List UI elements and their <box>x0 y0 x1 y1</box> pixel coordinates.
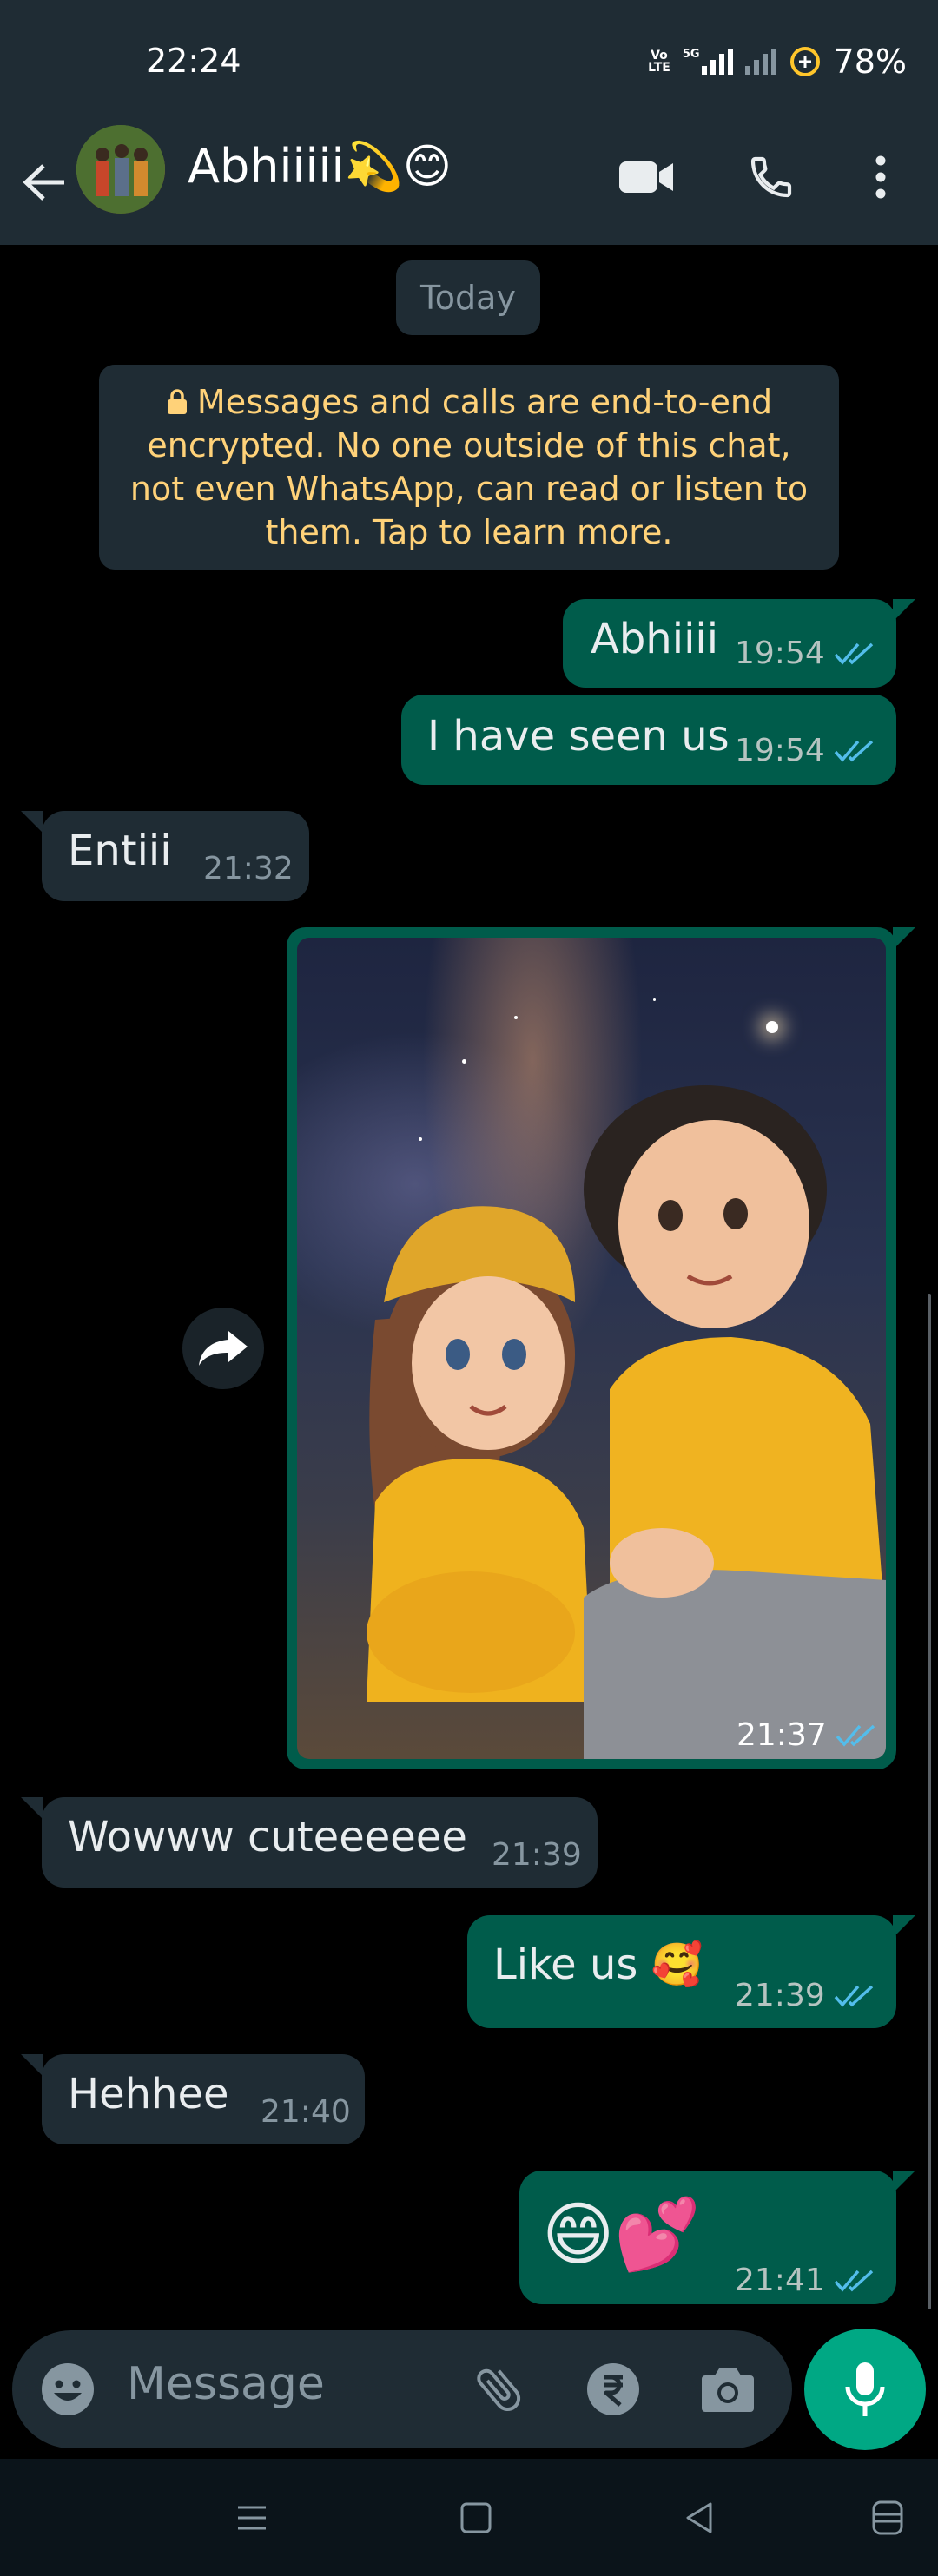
voice-call-button[interactable] <box>737 142 806 212</box>
home-button[interactable] <box>459 2500 493 2539</box>
message-bubble-outgoing[interactable]: Abhiiii 19:54 <box>563 599 896 688</box>
battery-saver-icon <box>789 47 820 76</box>
voice-message-button[interactable] <box>804 2329 926 2450</box>
message-time: 19:54 <box>735 733 825 768</box>
read-receipt-icon <box>836 1724 875 1747</box>
message-time: 19:54 <box>735 636 825 671</box>
back-triangle-icon <box>686 2502 712 2533</box>
rupee-icon <box>587 2363 639 2415</box>
status-time: 22:24 <box>146 42 241 80</box>
message-time: 21:41 <box>735 2263 825 2298</box>
message-meta: 21:41 <box>735 2263 877 2298</box>
back-button[interactable] <box>16 139 71 226</box>
message-meta: 21:32 <box>203 851 294 886</box>
message-text: Abhiiii <box>591 615 719 663</box>
volte-line1: Vo <box>651 49 668 63</box>
emoji-icon <box>42 2363 94 2415</box>
home-square-icon <box>460 2502 492 2533</box>
message-time: 21:39 <box>735 1978 825 2013</box>
message-meta: 21:39 <box>492 1837 582 1873</box>
camera-icon <box>702 2368 754 2412</box>
encryption-notice-message: Messages and calls are end-to-end encryp… <box>129 383 809 551</box>
message-bubble-outgoing[interactable]: 😄💕 21:41 <box>519 2171 896 2304</box>
message-meta: 21:40 <box>261 2094 351 2130</box>
signal-sim2-icon <box>744 49 776 75</box>
contact-name[interactable]: Abhiiiii💫😊 <box>188 139 452 194</box>
camera-button[interactable] <box>693 2355 763 2424</box>
message-bubble-incoming[interactable]: Hehhee 21:40 <box>42 2054 365 2144</box>
network-type: 5G <box>682 48 700 61</box>
signal-strength-icon: 5G <box>683 49 733 75</box>
message-text: Wowww cuteeeeee <box>68 1813 467 1861</box>
message-text: Hehhee <box>68 2070 229 2118</box>
message-text: Like us 🥰 <box>493 1940 704 1989</box>
read-receipt-icon <box>834 1985 873 2007</box>
message-bubble-outgoing[interactable]: Like us 🥰 21:39 <box>467 1915 896 2028</box>
read-receipt-icon <box>834 642 873 665</box>
phone-icon <box>750 156 792 198</box>
message-time: 21:39 <box>492 1837 582 1873</box>
message-time: 21:40 <box>261 2094 351 2130</box>
back-arrow-icon <box>23 164 64 201</box>
message-input[interactable]: Message <box>127 2358 325 2410</box>
date-separator: Today <box>396 260 540 335</box>
more-options-button[interactable] <box>846 142 915 212</box>
payment-button[interactable] <box>578 2355 648 2424</box>
battery-percent: 78% <box>833 43 907 81</box>
emoji-button[interactable] <box>33 2355 102 2424</box>
read-receipt-icon <box>834 740 873 762</box>
shared-image[interactable] <box>297 938 886 1759</box>
bubble-tail <box>21 811 43 833</box>
message-text: 😄💕 <box>542 2194 702 2275</box>
message-meta: 19:54 <box>735 733 877 768</box>
paperclip-icon <box>477 2368 521 2412</box>
message-text: I have seen us <box>427 712 730 761</box>
message-time: 21:37 <box>737 1717 827 1753</box>
encryption-notice-text: Messages and calls are end-to-end encryp… <box>123 380 815 554</box>
volte-line2: LTE <box>648 61 670 75</box>
avatar-photo <box>76 125 165 214</box>
bubble-tail <box>893 2171 915 2193</box>
bubble-tail <box>21 1797 43 1820</box>
bubble-tail <box>893 1915 915 1938</box>
forward-button[interactable] <box>182 1308 264 1389</box>
message-bubble-incoming[interactable]: Wowww cuteeeeee 21:39 <box>42 1797 598 1888</box>
volte-indicator: Vo LTE <box>648 49 670 74</box>
forward-icon <box>199 1331 248 1366</box>
contact-avatar[interactable] <box>76 125 165 214</box>
illustration-couple <box>367 1085 886 1759</box>
video-call-button[interactable] <box>611 142 681 212</box>
video-call-icon <box>619 161 673 193</box>
status-indicators: Vo LTE 5G 78% <box>648 40 907 83</box>
menu-lines-icon <box>238 2506 266 2530</box>
message-meta: 19:54 <box>735 636 877 671</box>
encryption-notice[interactable]: Messages and calls are end-to-end encryp… <box>99 365 839 570</box>
chat-scrollbar[interactable] <box>928 1294 931 2309</box>
read-receipt-icon <box>834 2270 873 2292</box>
bubble-tail <box>21 2054 43 2077</box>
split-screen-icon <box>872 2500 903 2535</box>
message-bubble-incoming[interactable]: Entiii 21:32 <box>42 811 309 901</box>
bubble-tail <box>893 599 915 622</box>
recent-apps-button[interactable] <box>234 2500 269 2539</box>
lock-icon <box>167 389 187 414</box>
assistant-button[interactable] <box>869 2499 907 2540</box>
message-meta: 21:37 <box>737 1717 879 1753</box>
image-message-bubble[interactable]: 21:37 <box>287 927 896 1769</box>
microphone-icon <box>845 2362 885 2416</box>
attach-button[interactable] <box>464 2355 533 2424</box>
back-nav-button[interactable] <box>683 2500 717 2539</box>
message-text: Entiii <box>68 827 172 875</box>
message-time: 21:32 <box>203 851 294 886</box>
message-meta: 21:39 <box>735 1978 877 2013</box>
more-options-icon <box>875 155 886 199</box>
message-bubble-outgoing[interactable]: I have seen us 19:54 <box>401 695 896 785</box>
